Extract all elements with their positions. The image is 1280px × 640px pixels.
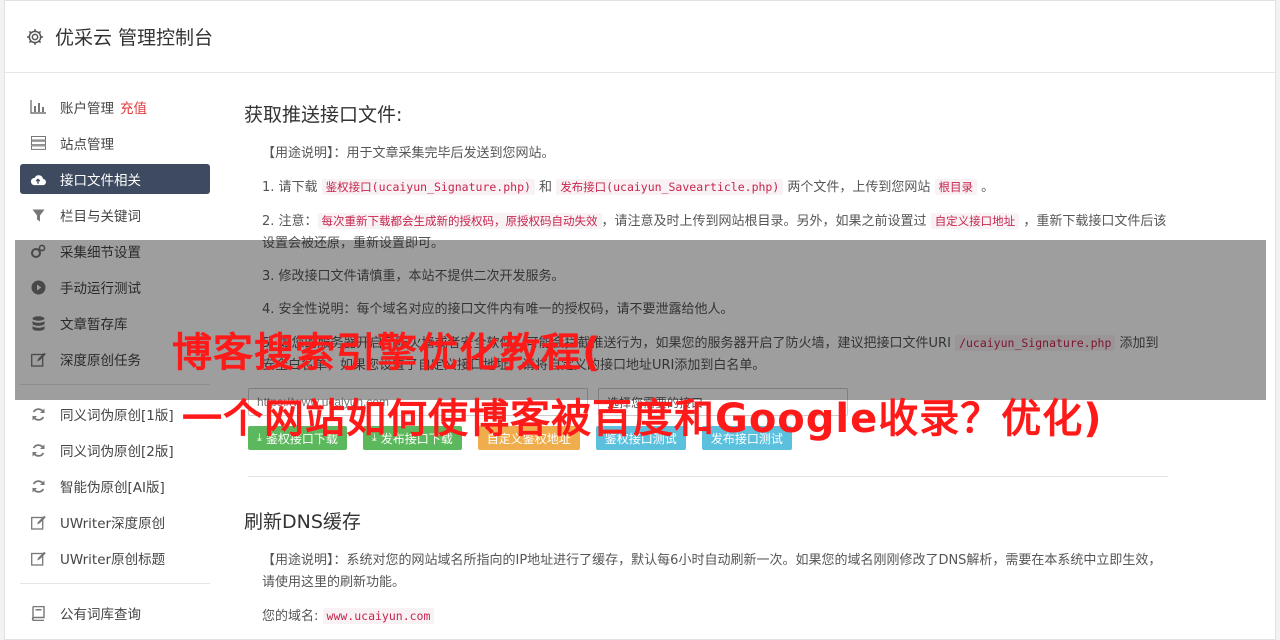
refresh-icon — [30, 442, 46, 458]
usage-text: 【用途说明】：用于文章采集完毕后发送到您网站。 — [262, 146, 555, 161]
bar-chart-icon — [30, 99, 46, 115]
text: 2. 注意： — [262, 214, 318, 229]
sidebar-item-uwriter-deep[interactable]: UWriter深度原创 — [20, 507, 210, 537]
refresh-icon — [30, 406, 46, 422]
sidebar-item-label: 栏目与关键词 — [60, 209, 141, 225]
dns-usage-text: 【用途说明】：系统对您的网站域名所指向的IP地址进行了缓存，默认每6小时自动刷新… — [262, 553, 1162, 590]
domain-value: www.ucaiyun.com — [322, 608, 435, 624]
text: 。 — [977, 180, 995, 195]
text: 两个文件，上传到您网站 — [783, 180, 935, 195]
sidebar-item-interface-files[interactable]: 接口文件相关 — [20, 164, 210, 194]
domain-label: 您的域名: — [262, 609, 319, 624]
sidebar-item-public-lexicon[interactable]: 公有词库查询 — [20, 598, 210, 628]
sidebar-item-columns-keywords[interactable]: 栏目与关键词 — [20, 200, 210, 230]
sidebar-item-label: UWriter原创标题 — [60, 552, 166, 568]
root-dir-code: 根目录 — [934, 179, 978, 195]
sidebar-item-label: 同义词伪原创[1版] — [60, 408, 174, 424]
edit-icon — [30, 514, 46, 530]
sidebar-item-label: 公有词库查询 — [60, 607, 141, 623]
book-icon — [30, 605, 46, 621]
sidebar-item-uwriter-title[interactable]: UWriter原创标题 — [20, 543, 210, 573]
section-title-dns: 刷新DNS缓存 — [244, 511, 361, 533]
server-icon — [30, 135, 46, 151]
gear-icon — [27, 28, 43, 45]
sidebar-item-label: 账户管理 — [60, 101, 114, 117]
sidebar-item-label: 同义词伪原创[2版] — [60, 444, 174, 460]
savearticle-file-code: 发布接口(ucaiyun_Savearticle.php) — [556, 179, 784, 195]
page-title: 优采云 管理控制台 — [55, 27, 214, 49]
text: 1. 请下载 — [262, 180, 322, 195]
cloud-upload-icon — [30, 171, 46, 187]
sidebar-item-label: 智能伪原创[AI版] — [60, 480, 165, 496]
sidebar-item-sites[interactable]: 站点管理 — [20, 128, 210, 158]
sidebar-item-label: 接口文件相关 — [60, 173, 141, 189]
overlay-title-line2: 一个网站如何使博客被百度和Google收录？优化) — [182, 396, 1103, 442]
domain-row: 您的域名: www.ucaiyun.com — [262, 605, 1168, 628]
sidebar-item-account[interactable]: 账户管理 充值 — [20, 92, 210, 122]
custom-url-code: 自定义接口地址 — [930, 213, 1020, 229]
instruction-1: 1. 请下载 鉴权接口(ucaiyun_Signature.php) 和 发布接… — [262, 176, 1168, 199]
section-divider — [248, 476, 1168, 477]
text: ，请注意及时上传到网站根目录。另外，如果之前设置过 — [601, 214, 931, 229]
refresh-icon — [30, 478, 46, 494]
sidebar-item-label: UWriter深度原创 — [60, 516, 166, 532]
recharge-link[interactable]: 充值 — [120, 97, 147, 117]
signature-file-code: 鉴权接口(ucaiyun_Signature.php) — [321, 179, 535, 195]
section-title-interface: 获取推送接口文件: — [244, 104, 403, 126]
edit-icon — [30, 550, 46, 566]
text: 和 — [534, 180, 557, 195]
sidebar-divider — [20, 583, 210, 584]
sidebar-item-smart-ai[interactable]: 智能伪原创[AI版] — [20, 471, 210, 501]
overlay-title-line1: 博客搜索引擎优化教程( — [172, 330, 602, 376]
header: 优采云 管理控制台 — [5, 1, 1275, 73]
warning-code: 每次重新下载都会生成新的授权码，原授权码自动失效 — [317, 213, 602, 229]
filter-icon — [30, 207, 46, 223]
sidebar-item-label: 站点管理 — [60, 137, 114, 153]
